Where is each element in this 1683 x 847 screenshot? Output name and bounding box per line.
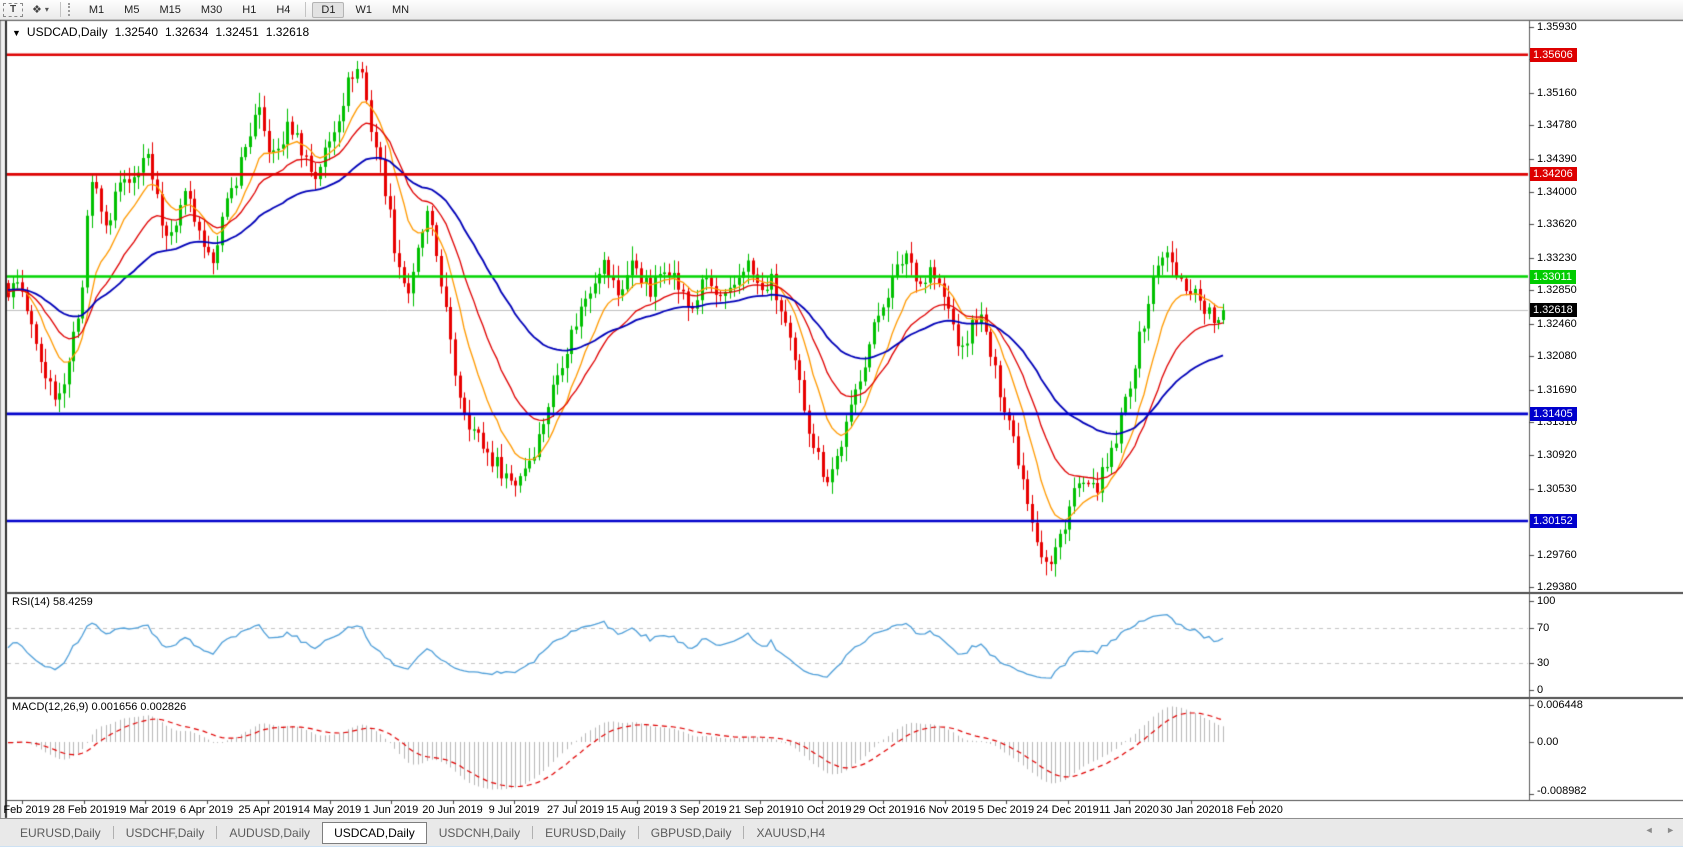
timeframe-group: M1M5M15M30H1H4 D1W1MN [79, 2, 419, 18]
date-tick-label: 29 Oct 2019 [853, 804, 913, 816]
timeframe-button-m5[interactable]: M5 [115, 2, 148, 18]
price-tick-label: 1.31690 [1537, 384, 1577, 396]
collapse-triangle-icon[interactable]: ▼ [12, 28, 21, 38]
chart-tab-gbpusd-6[interactable]: GBPUSD,Daily [639, 822, 744, 844]
date-tick-label: 30 Jan 2020 [1160, 804, 1221, 816]
chart-tab-usdcad-3[interactable]: USDCAD,Daily [322, 822, 427, 844]
date-tick-label: 11 Jan 2020 [1099, 804, 1159, 816]
price-tick-label: 1.35160 [1537, 87, 1577, 99]
price-level-badge: 1.31405 [1530, 407, 1577, 421]
macd-tick-label: -0.008982 [1537, 785, 1587, 797]
price-level-badge: 1.32618 [1530, 303, 1577, 317]
price-tick-label: 1.33620 [1537, 218, 1577, 230]
price-tick-label: 1.34780 [1537, 119, 1577, 131]
macd-indicator-label: MACD(12,26,9) 0.001656 0.002826 [12, 701, 186, 713]
timeframe-button-d1[interactable]: D1 [312, 2, 344, 18]
tab-scroll-arrows: ◄ ► [1635, 825, 1675, 835]
date-tick-label: 20 Jun 2019 [422, 804, 483, 816]
timeframe-button-w1[interactable]: W1 [346, 2, 381, 18]
chart-tab-usdchf-1[interactable]: USDCHF,Daily [114, 822, 217, 844]
date-tick-label: 19 Mar 2019 [114, 804, 176, 816]
price-level-badge: 1.33011 [1530, 270, 1576, 284]
date-tick-label: 18 Feb 2020 [1221, 804, 1283, 816]
price-tick-label: 1.30920 [1537, 449, 1577, 461]
timeframe-button-h1[interactable]: H1 [233, 2, 265, 18]
rsi-tick-label: 0 [1537, 684, 1543, 696]
chart-tab-audusd-2[interactable]: AUDUSD,Daily [217, 822, 322, 844]
chart-title: ▼ USDCAD,Daily 1.32540 1.32634 1.32451 1.3261… [12, 25, 309, 39]
toolbar-separator [305, 2, 306, 17]
ohlc-low: 1.32451 [215, 25, 258, 39]
date-tick-label: 6 Apr 2019 [180, 804, 233, 816]
price-tick-label: 1.32080 [1537, 350, 1577, 362]
price-tick-label: 1.33230 [1537, 252, 1577, 264]
macd-tick-label: 0.006448 [1537, 699, 1583, 711]
date-tick-label: 1 Jun 2019 [364, 804, 418, 816]
chart-tab-bar: EURUSD,DailyUSDCHF,DailyAUDUSD,DailyUSDC… [0, 818, 1683, 846]
price-tick-label: 1.30530 [1537, 483, 1577, 495]
price-tick-label: 1.32850 [1537, 284, 1577, 296]
rsi-tick-label: 30 [1537, 657, 1549, 669]
date-tick-label: 27 Jul 2019 [547, 804, 604, 816]
date-tick-label: 10 Oct 2019 [792, 804, 852, 816]
date-tick-label: 3 Sep 2019 [670, 804, 726, 816]
chart-tab-eurusd-0[interactable]: EURUSD,Daily [8, 822, 113, 844]
date-tick-label: 9 Jul 2019 [489, 804, 540, 816]
date-tick-label: 15 Aug 2019 [606, 804, 668, 816]
arrange-icon: ❖ [32, 3, 42, 16]
tab-scroll-left-icon[interactable]: ◄ [1645, 825, 1654, 835]
toolbar-separator [60, 2, 61, 17]
main-chart-canvas[interactable] [0, 0, 1683, 847]
ohlc-close: 1.32618 [266, 25, 309, 39]
timeframe-button-m30[interactable]: M30 [192, 2, 231, 18]
date-tick-label: 21 Sep 2019 [729, 804, 791, 816]
chart-symbol-period: USDCAD,Daily [27, 25, 108, 39]
timeframe-button-m1[interactable]: M1 [80, 2, 113, 18]
arrange-tool-button[interactable]: ❖ ▾ [29, 2, 52, 17]
date-tick-label: 25 Apr 2019 [238, 804, 297, 816]
rsi-tick-label: 70 [1537, 622, 1549, 634]
dropdown-caret-icon: ▾ [45, 5, 49, 14]
date-tick-label: 16 Nov 2019 [913, 804, 975, 816]
price-tick-label: 1.32460 [1537, 318, 1577, 330]
price-level-badge: 1.35606 [1530, 48, 1577, 62]
text-tool-icon[interactable]: T [3, 3, 23, 17]
date-tick-label: 28 Feb 2019 [53, 804, 115, 816]
date-tick-label: 24 Dec 2019 [1036, 804, 1098, 816]
price-tick-label: 1.29380 [1537, 581, 1577, 593]
price-level-badge: 1.34206 [1530, 167, 1577, 181]
ohlc-open: 1.32540 [115, 25, 158, 39]
chart-tab-xauusd-7[interactable]: XAUUSD,H4 [744, 822, 837, 844]
date-tick-label: 5 Dec 2019 [978, 804, 1034, 816]
toolbar-grip[interactable] [68, 3, 72, 16]
timeframe-button-m15[interactable]: M15 [150, 2, 189, 18]
date-tick-label: 9 Feb 2019 [0, 804, 50, 816]
toolbar: T ❖ ▾ M1M5M15M30H1H4 D1W1MN [0, 0, 1683, 20]
macd-tick-label: 0.00 [1537, 736, 1558, 748]
timeframe-button-h4[interactable]: H4 [267, 2, 299, 18]
mt4-window: T ❖ ▾ M1M5M15M30H1H4 D1W1MN ▼ USDCAD,Daily… [0, 0, 1683, 847]
rsi-tick-label: 100 [1537, 595, 1555, 607]
date-tick-label: 14 May 2019 [298, 804, 362, 816]
price-level-badge: 1.30152 [1530, 514, 1577, 528]
tab-scroll-right-icon[interactable]: ► [1666, 825, 1675, 835]
chart-tab-eurusd-5[interactable]: EURUSD,Daily [533, 822, 638, 844]
price-tick-label: 1.35930 [1537, 21, 1577, 33]
rsi-indicator-label: RSI(14) 58.4259 [12, 596, 93, 608]
price-tick-label: 1.34390 [1537, 153, 1577, 165]
chart-tab-usdcnh-4[interactable]: USDCNH,Daily [427, 822, 532, 844]
price-tick-label: 1.34000 [1537, 186, 1577, 198]
ohlc-high: 1.32634 [165, 25, 208, 39]
price-tick-label: 1.29760 [1537, 549, 1577, 561]
timeframe-button-mn[interactable]: MN [383, 2, 418, 18]
